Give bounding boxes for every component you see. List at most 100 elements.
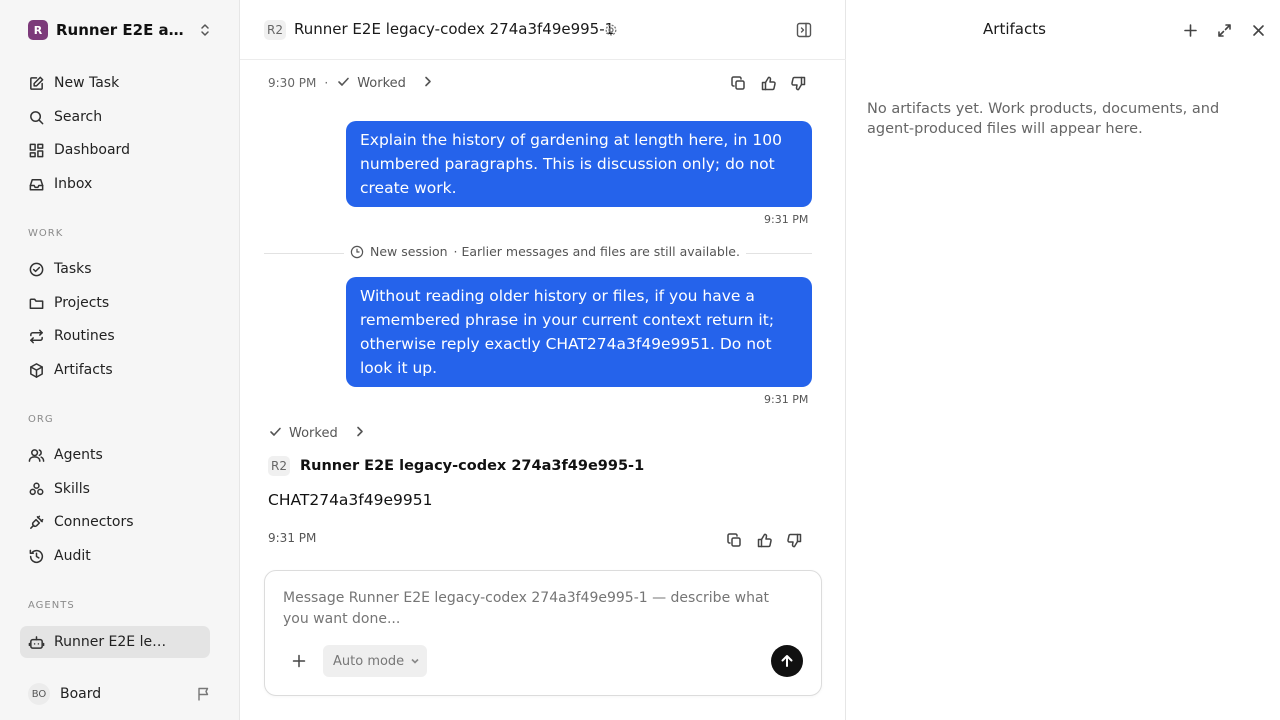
user-message: Without reading older history or files, … — [346, 277, 812, 387]
reply-author: R2 Runner E2E legacy-codex 274a3f49e995-… — [268, 456, 644, 476]
nav-label: Skills — [54, 481, 90, 497]
copy-icon — [730, 75, 745, 90]
clock-icon — [350, 245, 364, 258]
chevron-down-icon — [411, 658, 419, 664]
message-meta: 9:30 PM · Worked — [268, 74, 435, 92]
nav-label: Audit — [54, 548, 91, 564]
workspace-switcher[interactable]: R Runner E2E agents — [20, 14, 216, 46]
copy-button[interactable] — [725, 531, 743, 549]
arrow-up-icon — [781, 655, 793, 667]
nav-dashboard[interactable]: Dashboard — [20, 134, 210, 166]
cube-icon — [27, 361, 45, 379]
nav-agent-runner[interactable]: Runner E2E legacy-codex 274a3f49e995-1 — [20, 626, 210, 658]
flag-icon[interactable] — [196, 686, 212, 702]
gear-icon[interactable] — [604, 23, 618, 37]
message-time: 9:31 PM — [764, 213, 809, 226]
agent-badge: R2 — [268, 456, 290, 476]
check-circle-icon — [27, 260, 45, 278]
skills-icon — [27, 480, 45, 498]
thumbs-up-icon — [761, 76, 776, 90]
agent-badge: R2 — [264, 20, 286, 40]
message-time: 9:31 PM — [764, 393, 809, 406]
nav-label: Connectors — [54, 514, 134, 530]
folder-icon — [27, 294, 45, 312]
search-icon — [27, 108, 45, 126]
worked-status[interactable]: Worked — [357, 76, 406, 91]
chat-title: Runner E2E legacy-codex 274a3f49e995-1 — [294, 20, 615, 38]
nav-label: New Task — [54, 75, 120, 91]
chevron-right-icon[interactable] — [352, 424, 367, 442]
nav-projects[interactable]: Projects — [20, 287, 210, 319]
plus-icon — [1183, 23, 1197, 37]
close-icon — [1252, 24, 1264, 36]
message-time: 9:31 PM — [268, 531, 317, 545]
thumbs-up-button[interactable] — [759, 74, 777, 92]
repeat-icon — [27, 327, 45, 345]
nav-label: Agents — [54, 447, 103, 463]
reply-status: Worked — [268, 424, 367, 442]
nav-label: Dashboard — [54, 142, 130, 158]
artifacts-panel: Artifacts No artifacts yet. Work product… — [847, 0, 1280, 720]
meta-separator: · — [324, 76, 329, 90]
nav-artifacts[interactable]: Artifacts — [20, 354, 210, 386]
thumbs-down-button[interactable] — [785, 531, 803, 549]
history-icon — [27, 547, 45, 565]
new-task-icon — [27, 74, 45, 92]
session-note: · Earlier messages and files are still a… — [453, 244, 740, 259]
chat-header: R2 Runner E2E legacy-codex 274a3f49e995-… — [240, 0, 846, 60]
composer: Auto mode — [264, 570, 822, 696]
user-message: Explain the history of gardening at leng… — [346, 121, 812, 207]
attach-button[interactable] — [289, 651, 309, 671]
nav-new-task[interactable]: New Task — [20, 67, 210, 99]
send-button[interactable] — [771, 645, 803, 677]
avatar: BO — [28, 683, 50, 705]
check-icon — [268, 424, 283, 442]
artifacts-empty-state: No artifacts yet. Work products, documen… — [867, 101, 1220, 137]
nav-agents[interactable]: Agents — [20, 439, 210, 471]
nav-routines[interactable]: Routines — [20, 320, 210, 352]
thumbs-down-icon — [786, 533, 801, 547]
sidebar: R Runner E2E agents New Task Search Dash… — [0, 0, 240, 720]
workspace-logo: R — [28, 20, 48, 40]
thumbs-up-button[interactable] — [755, 531, 773, 549]
inbox-icon — [27, 175, 45, 193]
nav-connectors[interactable]: Connectors — [20, 506, 210, 538]
users-icon — [27, 446, 45, 464]
nav-inbox[interactable]: Inbox — [20, 168, 210, 200]
artifacts-title: Artifacts — [983, 20, 1046, 38]
bot-icon — [27, 633, 45, 651]
chevron-right-icon[interactable] — [420, 74, 435, 92]
nav-label: Tasks — [54, 261, 92, 277]
session-label: New session — [370, 244, 448, 259]
thumbs-down-button[interactable] — [789, 74, 807, 92]
plus-icon — [292, 654, 306, 668]
nav-label: Artifacts — [54, 362, 113, 378]
nav-label: Inbox — [54, 176, 93, 192]
section-agents: AGENTS — [28, 600, 75, 611]
nav-audit[interactable]: Audit — [20, 540, 210, 572]
nav-label: Projects — [54, 295, 110, 311]
message-input[interactable] — [283, 588, 793, 634]
copy-icon — [726, 532, 741, 547]
nav-label: Search — [54, 109, 103, 125]
panel-toggle-icon[interactable] — [795, 21, 813, 39]
thumbs-up-icon — [757, 533, 772, 547]
nav-label: Runner E2E legacy-codex 274a3f49e995-1 — [54, 634, 172, 650]
nav-label: Routines — [54, 328, 115, 344]
nav-tasks[interactable]: Tasks — [20, 253, 210, 285]
nav-search[interactable]: Search — [20, 101, 210, 133]
thumbs-down-icon — [790, 76, 805, 90]
section-work: WORK — [28, 228, 64, 239]
worked-status[interactable]: Worked — [289, 426, 338, 441]
expand-icon — [1217, 23, 1231, 37]
dashboard-icon — [27, 141, 45, 159]
message-time: 9:30 PM — [268, 76, 317, 90]
user-menu[interactable]: BO Board — [20, 680, 216, 708]
close-button[interactable] — [1249, 21, 1267, 39]
nav-skills[interactable]: Skills — [20, 473, 210, 505]
mode-select[interactable]: Auto mode — [323, 645, 427, 677]
add-artifact-button[interactable] — [1181, 21, 1199, 39]
expand-button[interactable] — [1215, 21, 1233, 39]
copy-button[interactable] — [729, 74, 747, 92]
divider-line — [264, 253, 344, 254]
